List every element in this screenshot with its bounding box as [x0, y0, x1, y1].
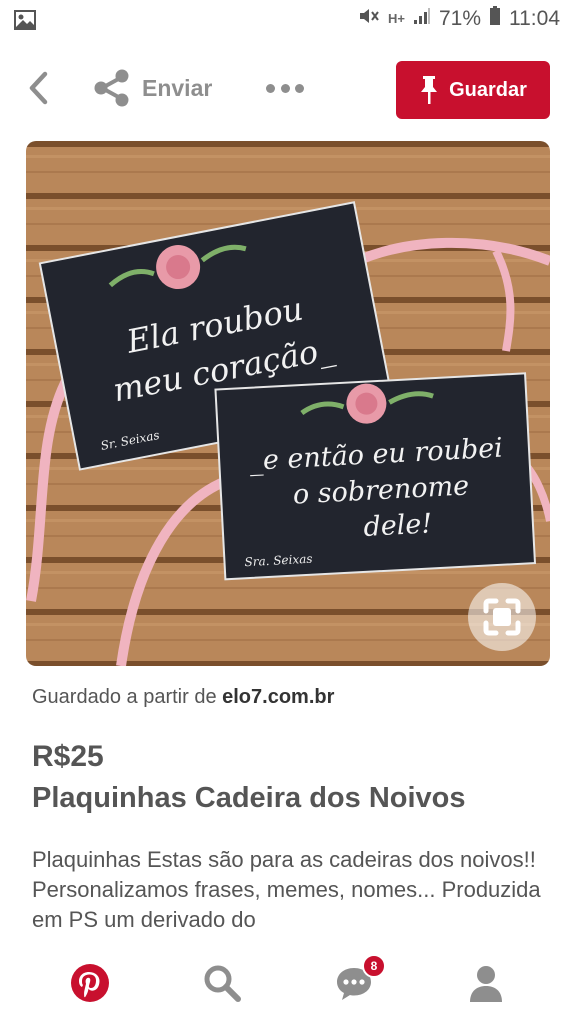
- status-bar: H+ 71% 11:04: [0, 0, 576, 40]
- sign2-line3: dele!: [363, 508, 433, 543]
- visual-search-button[interactable]: [468, 583, 536, 651]
- share-icon: [94, 69, 129, 107]
- signal-icon: [413, 7, 431, 30]
- pin-action-bar: Enviar Guardar: [0, 56, 576, 122]
- more-dot: [295, 83, 304, 93]
- source-prefix: Guardado a partir de: [32, 686, 217, 708]
- save-label: Guardar: [449, 78, 527, 101]
- network-type: H+: [387, 11, 405, 26]
- battery-icon: [489, 6, 501, 31]
- pin-title: Plaquinhas Cadeira dos Noivos: [32, 782, 466, 814]
- pin-photo: Ela roubou meu coração_ Sr. Seixas _e en…: [26, 141, 550, 666]
- nav-search[interactable]: [194, 959, 250, 1007]
- notification-badge: 8: [362, 954, 386, 978]
- chevron-left-icon: [29, 71, 48, 105]
- gallery-notification-icon: [14, 10, 36, 35]
- share-label: Enviar: [142, 74, 213, 101]
- bottom-nav: 8: [0, 945, 576, 1024]
- pin-image[interactable]: Ela roubou meu coração_ Sr. Seixas _e en…: [26, 141, 550, 666]
- pin-price: R$25: [32, 740, 104, 773]
- pin-source: Guardado a partir de elo7.com.br: [32, 686, 334, 709]
- back-button[interactable]: [20, 68, 56, 108]
- visual-search-icon: [483, 598, 521, 636]
- more-dot: [280, 83, 290, 93]
- more-horizontal-icon: [266, 83, 275, 93]
- clock: 11:04: [509, 6, 560, 30]
- pinterest-logo-icon: [71, 964, 109, 1002]
- search-icon: [204, 965, 241, 1002]
- pin-description: Plaquinhas Estas são para as cadeiras do…: [32, 847, 541, 932]
- nav-profile[interactable]: [458, 959, 514, 1007]
- save-button[interactable]: Guardar: [396, 61, 550, 119]
- source-domain-link[interactable]: elo7.com.br: [222, 686, 334, 708]
- mute-icon: [358, 6, 380, 31]
- pushpin-icon: [421, 76, 438, 104]
- more-options-button[interactable]: [262, 70, 308, 106]
- nav-home[interactable]: [62, 959, 118, 1007]
- share-button[interactable]: Enviar: [92, 68, 212, 108]
- profile-icon: [470, 966, 502, 1002]
- battery-percent: 71%: [438, 6, 481, 30]
